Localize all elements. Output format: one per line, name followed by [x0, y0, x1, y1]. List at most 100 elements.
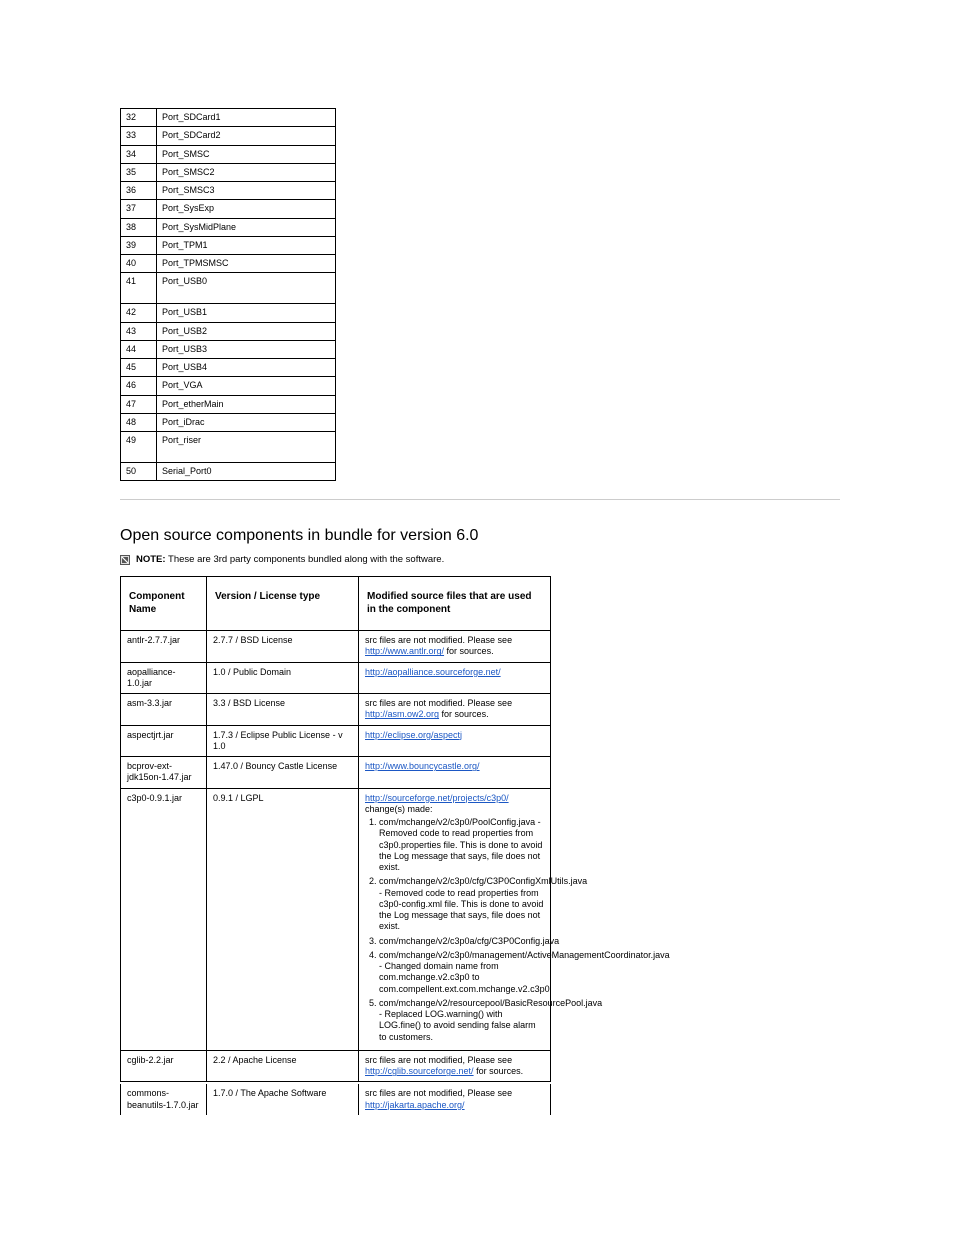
cell-index: 41	[121, 273, 157, 304]
cell-name: aspectjrt.jar	[121, 725, 207, 757]
cell-index: 49	[121, 432, 157, 463]
cell-version: 1.7.3 / Eclipse Public License - v 1.0	[207, 725, 359, 757]
cell-name: commons-beanutils-1.7.0.jar	[121, 1084, 207, 1115]
cell-desc: src files are not modified. Please see h…	[359, 631, 551, 663]
table-row: 32Port_SDCard1	[121, 109, 336, 127]
cell-desc: http://www.bouncycastle.org/	[359, 757, 551, 789]
cell-index: 46	[121, 377, 157, 395]
cell-port-name: Port_iDrac	[157, 413, 336, 431]
cell-version: 1.0 / Public Domain	[207, 662, 359, 694]
section-heading: Open source components in bundle for ver…	[120, 526, 840, 546]
cell-port-name: Port_SysMidPlane	[157, 218, 336, 236]
components-table-continuation: commons-beanutils-1.7.0.jar 1.7.0 / The …	[120, 1084, 551, 1115]
cell-port-name: Port_USB0	[157, 273, 336, 304]
cell-index: 34	[121, 145, 157, 163]
cell-index: 48	[121, 413, 157, 431]
cell-index: 43	[121, 322, 157, 340]
cell-port-name: Port_SysExp	[157, 200, 336, 218]
cell-index: 39	[121, 236, 157, 254]
cell-desc: src files are not modified. Please see h…	[359, 694, 551, 726]
cell-index: 45	[121, 359, 157, 377]
cell-index: 47	[121, 395, 157, 413]
cell-port-name: Port_TPM1	[157, 236, 336, 254]
cell-index: 40	[121, 255, 157, 273]
cell-name: aopalliance-1.0.jar	[121, 662, 207, 694]
link[interactable]: http://cglib.sourceforge.net/	[365, 1066, 474, 1076]
note-label: NOTE:	[136, 554, 166, 565]
table-row: 44Port_USB3	[121, 340, 336, 358]
cell-name: asm-3.3.jar	[121, 694, 207, 726]
table-row: 46Port_VGA	[121, 377, 336, 395]
cell-port-name: Port_SDCard2	[157, 127, 336, 145]
cell-port-name: Port_VGA	[157, 377, 336, 395]
cell-desc: http://eclipse.org/aspectj	[359, 725, 551, 757]
table-row: 40Port_TPMSMSC	[121, 255, 336, 273]
cell-version: 2.7.7 / BSD License	[207, 631, 359, 663]
link[interactable]: http://www.bouncycastle.org/	[365, 761, 480, 771]
link[interactable]: http://www.antlr.org/	[365, 646, 444, 656]
cell-index: 42	[121, 304, 157, 322]
note: NOTE: These are 3rd party components bun…	[120, 554, 840, 566]
cell-index: 36	[121, 182, 157, 200]
link[interactable]: http://eclipse.org/aspectj	[365, 730, 462, 740]
cell-name: cglib-2.2.jar	[121, 1050, 207, 1082]
section-divider	[120, 499, 840, 500]
cell-desc: src files are not modified, Please see h…	[359, 1050, 551, 1082]
cell-index: 37	[121, 200, 157, 218]
table-row: 37Port_SysExp	[121, 200, 336, 218]
change-item: com/mchange/v2/c3p0a/cfg/C3P0Config.java	[379, 936, 544, 947]
cell-index: 38	[121, 218, 157, 236]
cell-port-name: Port_USB1	[157, 304, 336, 322]
table-row: 42Port_USB1	[121, 304, 336, 322]
table-row: 34Port_SMSC	[121, 145, 336, 163]
ports-table: 32Port_SDCard133Port_SDCard234Port_SMSC3…	[120, 108, 336, 481]
cell-name: bcprov-ext-jdk15on-1.47.jar	[121, 757, 207, 789]
cell-port-name: Port_SMSC	[157, 145, 336, 163]
cell-desc: http://aopalliance.sourceforge.net/	[359, 662, 551, 694]
table-row: 41Port_USB0	[121, 273, 336, 304]
change-item: com/mchange/v2/resourcepool/BasicResourc…	[379, 998, 544, 1043]
table-row: 45Port_USB4	[121, 359, 336, 377]
cell-index: 50	[121, 463, 157, 481]
table-row: 49Port_riser	[121, 432, 336, 463]
col-version: Version / License type	[207, 577, 359, 631]
table-row: 50Serial_Port0	[121, 463, 336, 481]
change-item: com/mchange/v2/c3p0/cfg/C3P0ConfigXmlUti…	[379, 876, 544, 932]
cell-name: antlr-2.7.7.jar	[121, 631, 207, 663]
table-row: 39Port_TPM1	[121, 236, 336, 254]
cell-index: 35	[121, 163, 157, 181]
link[interactable]: http://aopalliance.sourceforge.net/	[365, 667, 501, 677]
table-row: 33Port_SDCard2	[121, 127, 336, 145]
link[interactable]: http://sourceforge.net/projects/c3p0/	[365, 793, 509, 803]
cell-desc: http://sourceforge.net/projects/c3p0/cha…	[359, 788, 551, 1050]
table-row: c3p0-0.9.1.jar0.9.1 / LGPLhttp://sourcef…	[121, 788, 551, 1050]
col-desc: Modified source files that are used in t…	[359, 577, 551, 631]
cell-port-name: Port_SMSC2	[157, 163, 336, 181]
cell-version: 3.3 / BSD License	[207, 694, 359, 726]
cell-port-name: Port_riser	[157, 432, 336, 463]
link[interactable]: http://jakarta.apache.org/	[365, 1100, 465, 1110]
table-row: 43Port_USB2	[121, 322, 336, 340]
cell-port-name: Port_SMSC3	[157, 182, 336, 200]
cell-port-name: Port_TPMSMSC	[157, 255, 336, 273]
cell-port-name: Port_USB2	[157, 322, 336, 340]
table-row: aopalliance-1.0.jar1.0 / Public Domain ht…	[121, 662, 551, 694]
table-row: 38Port_SysMidPlane	[121, 218, 336, 236]
link[interactable]: http://asm.ow2.org	[365, 709, 439, 719]
table-row: 36Port_SMSC3	[121, 182, 336, 200]
table-row: commons-beanutils-1.7.0.jar 1.7.0 / The …	[121, 1084, 551, 1115]
col-name: Component Name	[121, 577, 207, 631]
cell-version: 1.7.0 / The Apache Software	[207, 1084, 359, 1115]
cell-port-name: Port_USB3	[157, 340, 336, 358]
cell-index: 44	[121, 340, 157, 358]
table-row: 35Port_SMSC2	[121, 163, 336, 181]
table-row: bcprov-ext-jdk15on-1.47.jar1.47.0 / Boun…	[121, 757, 551, 789]
cell-index: 33	[121, 127, 157, 145]
note-icon	[120, 555, 130, 565]
cell-version: 1.47.0 / Bouncy Castle License	[207, 757, 359, 789]
change-item: com/mchange/v2/c3p0/PoolConfig.java - Re…	[379, 817, 544, 873]
cell-port-name: Port_SDCard1	[157, 109, 336, 127]
change-item: com/mchange/v2/c3p0/management/ActiveMan…	[379, 950, 544, 995]
cell-name: c3p0-0.9.1.jar	[121, 788, 207, 1050]
note-text: These are 3rd party components bundled a…	[168, 554, 444, 565]
